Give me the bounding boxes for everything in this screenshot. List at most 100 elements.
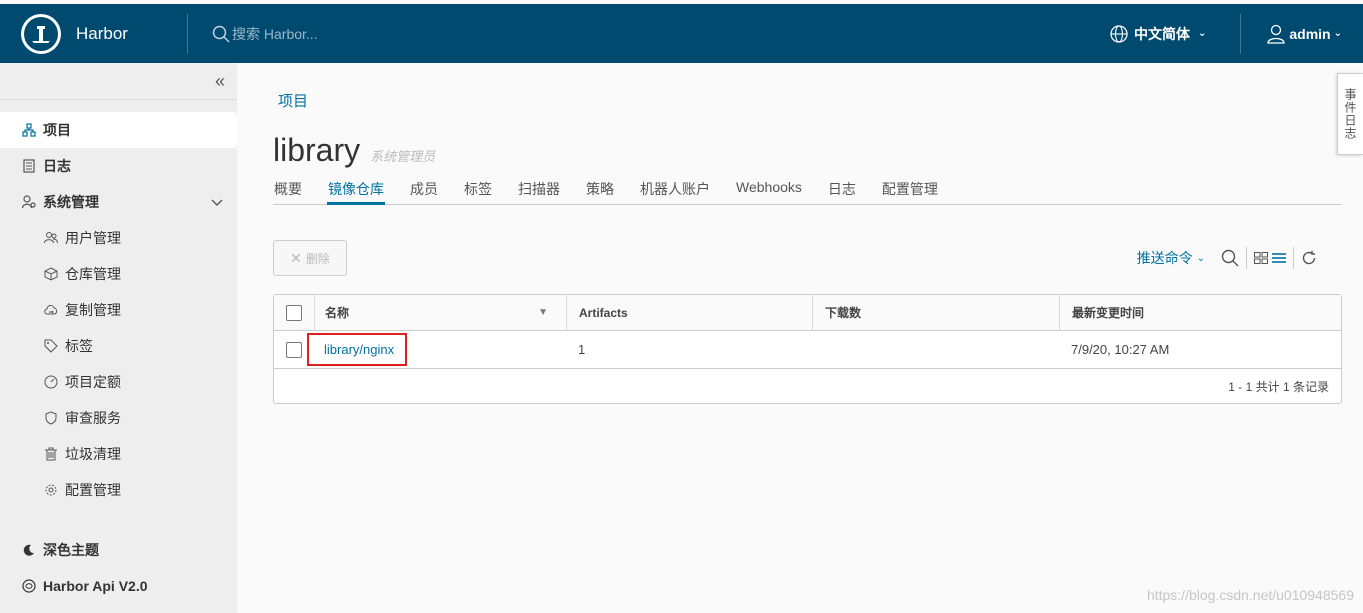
tab-configuration[interactable]: 配置管理 — [881, 179, 939, 205]
sidebar-subitem-label: 标签 — [65, 338, 93, 354]
repository-link[interactable]: library/nginx — [307, 333, 408, 366]
artifacts-count: 1 — [578, 342, 586, 357]
sidebar-subitem-gc[interactable]: 垃圾清理 — [0, 436, 237, 472]
main-content: 项目 library 系统管理员 概要 镜像仓库 成员 标签 扫描器 策略 机器… — [273, 63, 1343, 404]
language-selector[interactable]: 中文简体 ⌄ — [1110, 24, 1240, 44]
top-header: Harbor 搜索 Harbor... 中文简体 ⌄ admin ⌄ — [0, 4, 1363, 63]
toolbar-divider — [1293, 247, 1294, 269]
sidebar-subitem-replications[interactable]: 复制管理 — [0, 292, 237, 328]
column-label: 名称 — [325, 306, 350, 320]
refresh-icon[interactable] — [1301, 250, 1317, 266]
column-header-name[interactable]: 名称 ▼ — [314, 295, 566, 330]
chevron-down-icon: ⌄ — [1197, 28, 1207, 39]
sidebar-subitem-interrogation[interactable]: 审查服务 — [0, 400, 237, 436]
sidebar-subitem-configuration[interactable]: 配置管理 — [0, 472, 237, 508]
repositories-table: 名称 ▼ Artifacts 下载数 最新变更时间 library/nginx … — [273, 294, 1342, 404]
row-checkbox[interactable] — [286, 341, 302, 358]
updated-time: 7/9/20, 10:27 AM — [1071, 342, 1170, 357]
chevron-down-icon: ⌄ — [1333, 28, 1342, 39]
tab-labels[interactable]: 标签 — [463, 179, 493, 205]
moon-icon — [22, 543, 36, 557]
admin-icon — [22, 195, 36, 209]
sidebar: « 项目 日志 系统管理 用户管理 仓库管理 复制管理 标签 项目定额 审查服务… — [0, 63, 237, 613]
users-icon — [44, 231, 58, 245]
delete-label: 删除 — [305, 251, 330, 266]
chevron-down-icon — [211, 194, 223, 210]
search-input[interactable]: 搜索 Harbor... — [232, 24, 318, 44]
language-label: 中文简体 — [1133, 25, 1190, 42]
sidebar-subitem-registries[interactable]: 仓库管理 — [0, 256, 237, 292]
role-label: 系统管理员 — [370, 149, 436, 164]
push-command-label: 推送命令 — [1136, 250, 1193, 266]
filter-icon[interactable]: ▼ — [538, 307, 548, 318]
harbor-logo-icon[interactable] — [21, 13, 61, 54]
sidebar-subitem-label: 仓库管理 — [65, 266, 121, 282]
shield-icon — [44, 411, 58, 425]
table-footer: 1 - 1 共计 1 条记录 — [1228, 379, 1329, 394]
username: admin — [1289, 25, 1331, 42]
registry-icon — [44, 267, 58, 281]
sidebar-item-label: 日志 — [43, 158, 71, 174]
watermark: https://blog.csdn.net/u010948569 — [1146, 587, 1354, 603]
sidebar-item-label: 项目 — [43, 122, 71, 138]
trash-icon — [44, 447, 58, 461]
sidebar-subitem-quotas[interactable]: 项目定额 — [0, 364, 237, 400]
sidebar-subitem-label: 垃圾清理 — [65, 446, 121, 462]
sidebar-subitem-labels[interactable]: 标签 — [0, 328, 237, 364]
app-title[interactable]: Harbor — [76, 24, 187, 44]
tag-icon — [44, 339, 58, 353]
delete-button[interactable]: ✕ 删除 — [273, 240, 347, 276]
tab-members[interactable]: 成员 — [409, 179, 439, 205]
column-header-artifacts[interactable]: Artifacts — [566, 295, 812, 330]
toolbar: ✕ 删除 推送命令 ⌄ — [273, 240, 1343, 276]
select-all-checkbox[interactable] — [286, 304, 302, 321]
globe-icon — [1110, 24, 1128, 43]
sidebar-item-label: 系统管理 — [43, 194, 99, 210]
close-icon: ✕ — [290, 249, 302, 266]
search-icon — [212, 25, 230, 43]
replication-icon — [44, 303, 58, 317]
sidebar-collapse-row: « — [0, 63, 237, 100]
dark-theme-label: 深色主题 — [43, 542, 99, 558]
api-explorer-label: Harbor Api V2.0 — [43, 578, 148, 594]
dark-theme-toggle[interactable]: 深色主题 — [0, 532, 237, 568]
tab-webhooks[interactable]: Webhooks — [735, 179, 803, 205]
gear-icon — [44, 483, 58, 497]
tab-scanner[interactable]: 扫描器 — [517, 179, 561, 205]
table-row[interactable]: library/nginx 1 7/9/20, 10:27 AM — [274, 331, 1341, 369]
api-explorer-link[interactable]: Harbor Api V2.0 — [0, 568, 237, 604]
event-log-label: 事件日志 — [1343, 88, 1357, 140]
push-command-dropdown[interactable]: 推送命令 ⌄ — [1137, 248, 1205, 268]
breadcrumb[interactable]: 项目 — [278, 90, 1343, 111]
column-header-downloads[interactable]: 下载数 — [812, 295, 1059, 330]
list-view-icon[interactable] — [1272, 252, 1286, 264]
sidebar-item-administration[interactable]: 系统管理 — [0, 184, 237, 220]
global-search[interactable]: 搜索 Harbor... — [212, 24, 318, 44]
search-icon[interactable] — [1221, 249, 1239, 267]
sidebar-item-logs[interactable]: 日志 — [0, 148, 237, 184]
event-log-panel-toggle[interactable]: 事件日志 — [1337, 73, 1363, 155]
sidebar-subitem-label: 项目定额 — [65, 374, 121, 390]
header-divider — [187, 13, 188, 54]
page-title: library — [273, 132, 361, 168]
quota-icon — [44, 375, 58, 389]
tab-repositories[interactable]: 镜像仓库 — [327, 179, 385, 205]
tab-summary[interactable]: 概要 — [273, 179, 303, 205]
sidebar-subitem-label: 审查服务 — [65, 410, 121, 426]
downloads-count — [812, 331, 1059, 368]
tab-policy[interactable]: 策略 — [585, 179, 615, 205]
sidebar-subitem-label: 用户管理 — [65, 230, 121, 246]
chevron-down-icon: ⌄ — [1196, 252, 1205, 264]
project-icon — [22, 123, 36, 137]
tab-robot-accounts[interactable]: 机器人账户 — [639, 179, 711, 205]
card-view-icon[interactable] — [1254, 252, 1268, 264]
user-icon — [1267, 24, 1286, 44]
sidebar-subitem-users[interactable]: 用户管理 — [0, 220, 237, 256]
tab-logs[interactable]: 日志 — [827, 179, 857, 205]
collapse-icon[interactable]: « — [215, 71, 225, 92]
user-menu[interactable]: admin ⌄ — [1240, 13, 1363, 54]
log-icon — [22, 159, 36, 173]
project-tabs: 概要 镜像仓库 成员 标签 扫描器 策略 机器人账户 Webhooks 日志 配… — [273, 179, 1342, 205]
sidebar-item-projects[interactable]: 项目 — [0, 112, 237, 148]
column-header-updated[interactable]: 最新变更时间 — [1059, 295, 1341, 330]
